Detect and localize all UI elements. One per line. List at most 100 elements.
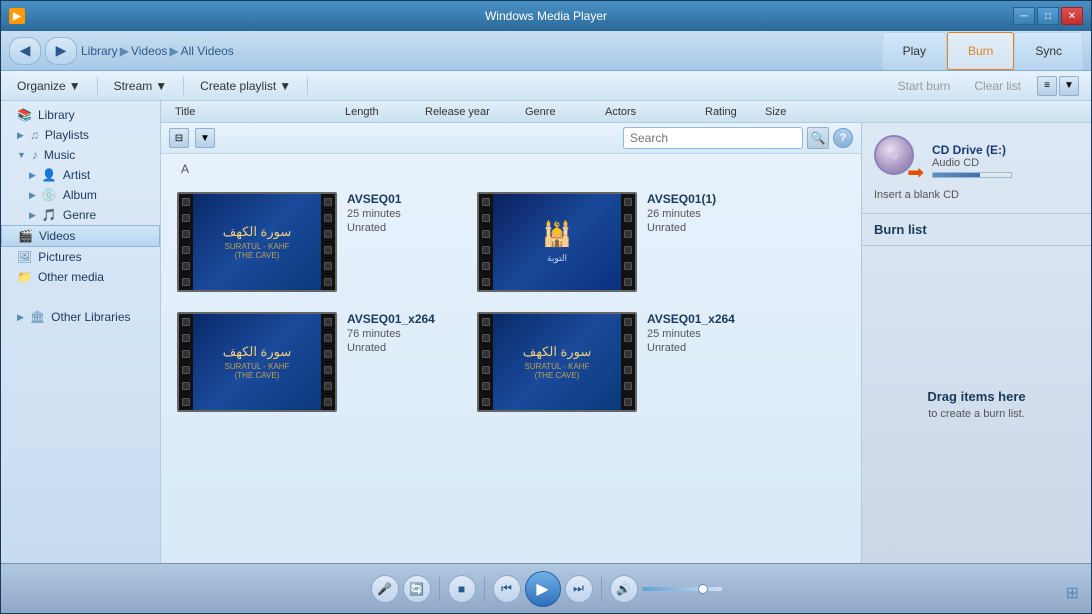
repeat-button[interactable]: 🔄 bbox=[403, 575, 431, 603]
close-button[interactable]: ✕ bbox=[1061, 7, 1083, 25]
video-rating: Unrated bbox=[347, 342, 457, 354]
sidebar-item-pictures[interactable]: 🖼 Pictures bbox=[1, 247, 160, 267]
sidebar-other-libraries-label: Other Libraries bbox=[51, 310, 130, 324]
col-genre[interactable]: Genre bbox=[519, 106, 599, 118]
sidebar-item-artist[interactable]: ▶ 👤 Artist bbox=[1, 165, 160, 185]
content-scroll[interactable]: A سورة الكهف SURATUL - KAHF(THE CAVE) AV… bbox=[161, 154, 861, 563]
col-rating[interactable]: Rating bbox=[699, 106, 759, 118]
stop-button[interactable]: ■ bbox=[448, 575, 476, 603]
cd-drive-row: ➡ CD Drive (E:) Audio CD bbox=[874, 135, 1079, 185]
insert-message: Insert a blank CD bbox=[874, 189, 1079, 201]
sidebar-item-genre[interactable]: ▶ 🎵 Genre bbox=[1, 205, 160, 225]
volume-icon-button[interactable]: 🔊 bbox=[610, 575, 638, 603]
sidebar-item-other-media[interactable]: 📁 Other media bbox=[1, 267, 160, 287]
breadcrumb-library[interactable]: Library bbox=[81, 44, 118, 58]
video-thumbnail[interactable]: سورة الكهف SURATUL - KAHF(THE CAVE) bbox=[177, 312, 337, 412]
music-icon: ♪ bbox=[32, 148, 38, 162]
burn-drag-text: Drag items here bbox=[927, 389, 1025, 404]
sidebar-item-playlists[interactable]: ▶ ♫ Playlists bbox=[1, 125, 160, 145]
volume-slider[interactable] bbox=[642, 587, 722, 591]
breadcrumb-arrow2: ▶ bbox=[169, 44, 178, 58]
breadcrumb-all-videos[interactable]: All Videos bbox=[181, 44, 234, 58]
burn-drop-area[interactable]: Drag items here to create a burn list. bbox=[862, 246, 1091, 563]
sidebar-item-album[interactable]: ▶ 💿 Album bbox=[1, 185, 160, 205]
tab-play[interactable]: Play bbox=[882, 32, 947, 70]
back-button[interactable]: ◀ bbox=[9, 37, 41, 65]
drive-name: CD Drive (E:) bbox=[932, 143, 1079, 157]
view-list-icon[interactable]: ⊟ bbox=[169, 128, 189, 148]
drive-type: Audio CD bbox=[932, 157, 1079, 169]
sidebar-item-other-libraries[interactable]: ▶ 🏛 Other Libraries bbox=[1, 307, 160, 327]
album-icon: 💿 bbox=[42, 188, 57, 202]
video-thumbnail[interactable]: سورة الكهف SURATUL - KAHF(THE CAVE) bbox=[477, 312, 637, 412]
next-button[interactable]: ⏭ bbox=[565, 575, 593, 603]
column-headers: Title Length Release year Genre Actors R… bbox=[161, 101, 1091, 123]
video-item-v4-3[interactable]: سورة الكهف SURATUL - KAHF(THE CAVE) AVSE… bbox=[477, 312, 757, 412]
sidebar-item-music[interactable]: ▼ ♪ Music bbox=[1, 145, 160, 165]
other-libraries-expand-icon: ▶ bbox=[17, 312, 24, 323]
play-button[interactable]: ▶ bbox=[525, 571, 561, 607]
start-burn-button[interactable]: Start burn bbox=[890, 76, 959, 96]
search-input[interactable] bbox=[623, 127, 803, 149]
video-info: AVSEQ01_x264 25 minutes Unrated bbox=[647, 312, 757, 354]
mute-button[interactable]: 🎤 bbox=[371, 575, 399, 603]
playlists-icon: ♫ bbox=[30, 128, 39, 142]
bottom-right-controls: ⊞ bbox=[1066, 583, 1079, 603]
toolbar-sep3 bbox=[307, 77, 308, 95]
video-thumbnail[interactable]: 🕌 التوبة bbox=[477, 192, 637, 292]
pictures-icon: 🖼 bbox=[17, 250, 32, 264]
right-panel: ➡ CD Drive (E:) Audio CD Insert a blank … bbox=[861, 123, 1091, 563]
tab-burn[interactable]: Burn bbox=[947, 32, 1014, 70]
col-title[interactable]: Title bbox=[169, 106, 339, 118]
toolbar-sep1 bbox=[97, 77, 98, 95]
prev-button[interactable]: ⏮ bbox=[493, 575, 521, 603]
video-duration: 76 minutes bbox=[347, 328, 457, 340]
tab-sync[interactable]: Sync bbox=[1014, 32, 1083, 70]
drive-progress-bar bbox=[932, 172, 1012, 178]
view-icons: ≡ ▼ bbox=[1037, 76, 1079, 96]
sidebar-music-label: Music bbox=[44, 148, 75, 162]
video-rating: Unrated bbox=[647, 342, 757, 354]
layout-icon[interactable]: ⊞ bbox=[1066, 583, 1079, 603]
video-title: AVSEQ01_x264 bbox=[647, 312, 757, 326]
video-title: AVSEQ01(1) bbox=[647, 192, 757, 206]
col-actors[interactable]: Actors bbox=[599, 106, 699, 118]
music-expand-icon: ▼ bbox=[17, 150, 26, 160]
col-size[interactable]: Size bbox=[759, 106, 819, 118]
create-playlist-label: Create playlist bbox=[200, 79, 276, 93]
video-duration: 25 minutes bbox=[647, 328, 757, 340]
stream-button[interactable]: Stream ▼ bbox=[106, 76, 176, 96]
video-info: AVSEQ01_x264 76 minutes Unrated bbox=[347, 312, 457, 354]
stream-label: Stream bbox=[114, 79, 153, 93]
minimize-button[interactable]: ─ bbox=[1013, 7, 1035, 25]
section-a-label: A bbox=[177, 162, 845, 176]
film-strip-right bbox=[321, 314, 335, 410]
cd-arrow-icon: ➡ bbox=[907, 160, 924, 185]
video-item-v2-1[interactable]: 🕌 التوبة AVSEQ01(1) 26 minutes Unrated bbox=[477, 192, 757, 292]
help-button[interactable]: ? bbox=[833, 128, 853, 148]
view-expand[interactable]: ▼ bbox=[1059, 76, 1079, 96]
maximize-button[interactable]: □ bbox=[1037, 7, 1059, 25]
col-release-year[interactable]: Release year bbox=[419, 106, 519, 118]
sidebar-item-videos[interactable]: 🎬 Videos bbox=[1, 225, 160, 247]
volume-thumb bbox=[698, 584, 708, 594]
player-sep3 bbox=[601, 577, 602, 601]
video-item-v3-2[interactable]: سورة الكهف SURATUL - KAHF(THE CAVE) AVSE… bbox=[177, 312, 457, 412]
sidebar-album-label: Album bbox=[63, 188, 97, 202]
clear-list-button[interactable]: Clear list bbox=[966, 76, 1029, 96]
search-button[interactable]: 🔍 bbox=[807, 127, 829, 149]
col-length[interactable]: Length bbox=[339, 106, 419, 118]
organize-button[interactable]: Organize ▼ bbox=[9, 76, 89, 96]
create-playlist-button[interactable]: Create playlist ▼ bbox=[192, 76, 299, 96]
breadcrumb-videos[interactable]: Videos bbox=[131, 44, 167, 58]
sidebar-item-library[interactable]: 📚 Library bbox=[1, 105, 160, 125]
video-thumbnail[interactable]: سورة الكهف SURATUL - KAHF(THE CAVE) bbox=[177, 192, 337, 292]
video-item-v1-0[interactable]: سورة الكهف SURATUL - KAHF(THE CAVE) AVSE… bbox=[177, 192, 457, 292]
drive-info: CD Drive (E:) Audio CD bbox=[932, 143, 1079, 178]
view-grid-icon[interactable]: ▼ bbox=[195, 128, 215, 148]
breadcrumb: Library ▶ Videos ▶ All Videos bbox=[81, 44, 234, 58]
video-duration: 25 minutes bbox=[347, 208, 457, 220]
forward-button[interactable]: ▶ bbox=[45, 37, 77, 65]
view-toggle[interactable]: ≡ bbox=[1037, 76, 1057, 96]
film-strip-right bbox=[321, 194, 335, 290]
